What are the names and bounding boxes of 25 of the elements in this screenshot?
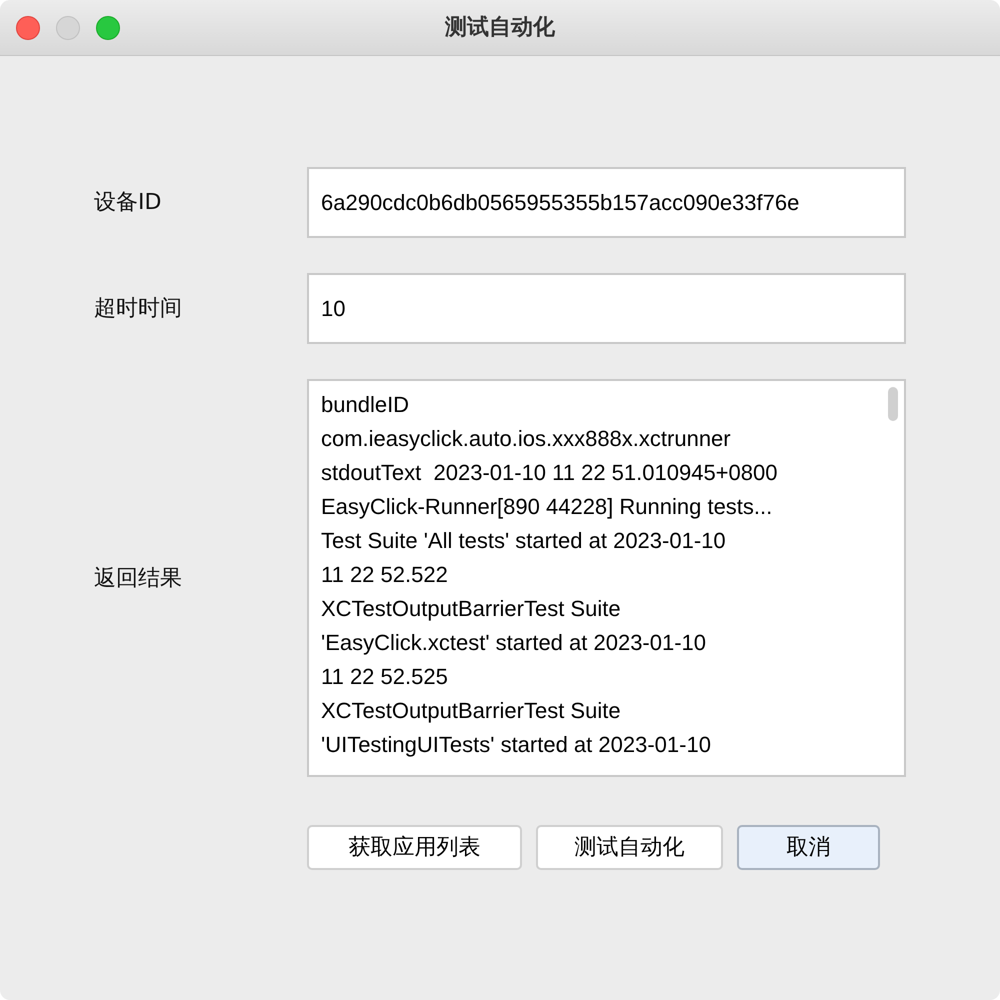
field-label: 超时时间 (94, 295, 183, 323)
close-icon[interactable] (16, 16, 40, 40)
output-line: 'UITestingUITests' started at 2023-01-10 (321, 731, 711, 759)
minimize-icon[interactable] (56, 16, 80, 40)
output-line: XCTestOutputBarrierTest Suite (321, 697, 621, 725)
dialog-button[interactable]: 测试自动化 (536, 825, 723, 870)
input-field[interactable]: 6a290cdc0b6db0565955355b157acc090e33f76e (307, 167, 906, 238)
field-label: 设备ID (94, 189, 162, 217)
output-line: stdoutText 2023-01-10 11 22 51.010945+0800 (321, 459, 778, 487)
output-line: EasyClick-Runner[890 44228] Running tests... (321, 493, 772, 521)
field-label: 返回结果 (94, 564, 183, 592)
output-line: XCTestOutputBarrierTest Suite (321, 595, 621, 623)
dialog-button[interactable]: 取消 (737, 825, 880, 870)
dialog-button[interactable]: 获取应用列表 (307, 825, 522, 870)
zoom-icon[interactable] (96, 16, 120, 40)
output-line: 'EasyClick.xctest' started at 2023-01-10 (321, 629, 706, 657)
output-line: bundleID (321, 391, 410, 419)
result-text-area[interactable] (307, 379, 906, 777)
output-line: com.ieasyclick.auto.ios.xxx888x.xctrunner (321, 425, 731, 453)
window-title: 测试自动化 (445, 14, 555, 42)
input-field[interactable]: 10 (307, 273, 906, 344)
output-line: 11 22 52.522 (321, 561, 448, 589)
scrollbar-thumb[interactable] (888, 387, 898, 421)
output-line: 11 22 52.525 (321, 663, 448, 691)
output-line: Test Suite 'All tests' started at 2023-01-10 (321, 527, 726, 555)
